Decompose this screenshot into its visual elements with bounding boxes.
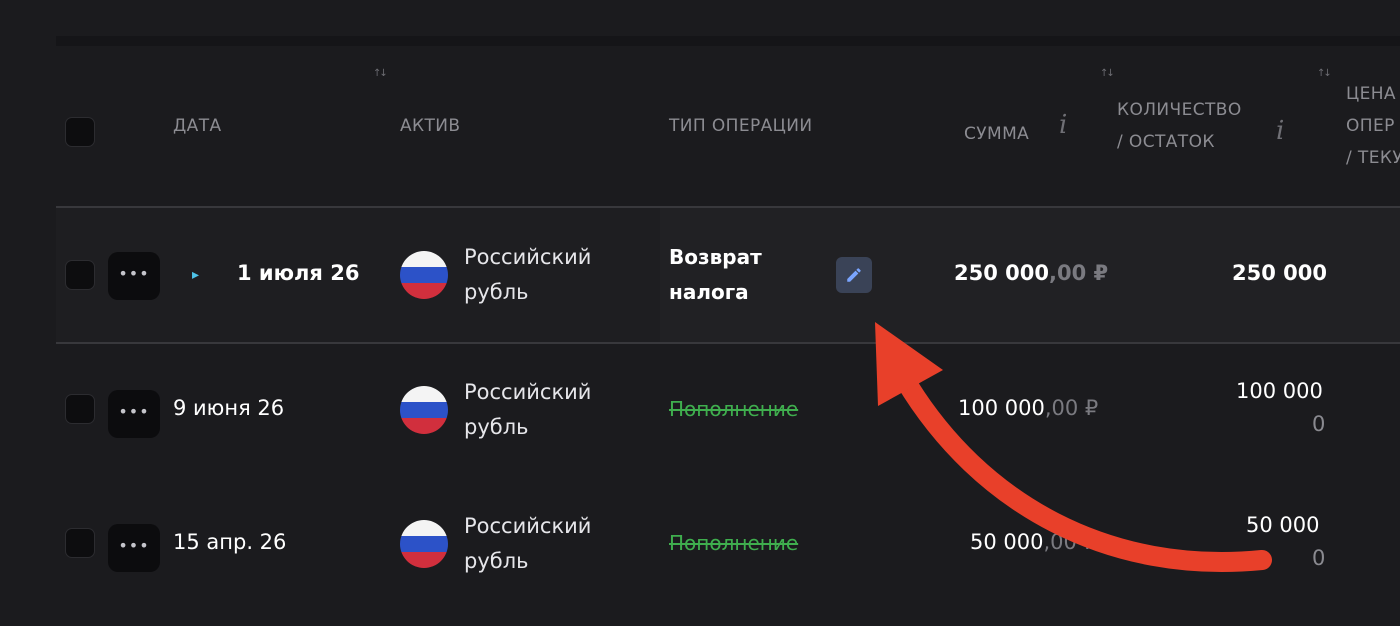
row-qty: 50 000 (1246, 513, 1320, 537)
column-header-price-line3[interactable]: / ТЕКУ (1346, 142, 1400, 174)
row-op-type: Пополнение (669, 397, 799, 421)
row-qty: 250 000 (1232, 261, 1327, 285)
table-row[interactable]: ••• 9 июня 26 Российский рубль Пополнени… (56, 344, 1400, 478)
select-all-checkbox[interactable] (65, 117, 95, 147)
row-asset: Российский рубль (464, 375, 634, 445)
row-date: 1 июля 26 (237, 261, 360, 285)
row-date: 9 июня 26 (173, 396, 285, 420)
asset-name-line2: рубль (464, 415, 529, 439)
op-type-line2: налога (669, 280, 749, 304)
sum-integer: 100 000 (958, 396, 1045, 420)
row-op-type: Возврат налога (669, 240, 789, 310)
row-sum: 50 000,00 ₽ (970, 530, 1097, 554)
asset-name-line2: рубль (464, 549, 529, 573)
row-checkbox[interactable] (65, 260, 95, 290)
column-header-price-line2[interactable]: ОПЕР (1346, 110, 1395, 142)
column-header-date[interactable]: ДАТА (173, 110, 222, 142)
operations-table: ДАТА ↑↓ АКТИВ ТИП ОПЕРАЦИИ СУММА i ↑↓ КО… (56, 46, 1400, 626)
russia-flag-icon (400, 520, 448, 568)
sort-icon[interactable]: ↑↓ (1100, 68, 1115, 79)
row-sum: 100 000,00 ₽ (958, 396, 1098, 420)
row-asset: Российский рубль (464, 509, 634, 579)
asset-name-line1: Российский (464, 514, 592, 538)
more-icon[interactable]: ••• (108, 524, 160, 572)
sort-icon[interactable]: ↑↓ (1317, 68, 1332, 79)
sum-integer: 250 000 (954, 261, 1049, 285)
row-date: 15 апр. 26 (173, 530, 287, 554)
row-remainder: 0 (1312, 412, 1326, 436)
row-remainder: 0 (1312, 546, 1326, 570)
sum-decimal: ,00 ₽ (1043, 530, 1097, 554)
column-header-qty-line2[interactable]: / ОСТАТОК (1117, 126, 1215, 158)
column-header-asset[interactable]: АКТИВ (400, 110, 460, 142)
asset-name-line1: Российский (464, 245, 592, 269)
asset-name-line2: рубль (464, 280, 529, 304)
table-row[interactable]: ••• 15 апр. 26 Российский рубль Пополнен… (56, 478, 1400, 626)
row-sum: 250 000,00 ₽ (954, 261, 1108, 285)
asset-name-line1: Российский (464, 380, 592, 404)
expand-caret-icon[interactable]: ▸ (192, 267, 199, 283)
op-type-line1: Возврат (669, 245, 762, 269)
more-icon[interactable]: ••• (108, 252, 160, 300)
info-icon[interactable]: i (1059, 110, 1067, 140)
column-header-qty-line1[interactable]: КОЛИЧЕСТВО (1117, 94, 1242, 126)
column-header-sum[interactable]: СУММА (964, 118, 1029, 150)
sort-icon[interactable]: ↑↓ (373, 68, 388, 79)
row-op-type: Пополнение (669, 531, 799, 555)
info-icon[interactable]: i (1276, 116, 1284, 146)
pencil-icon[interactable] (836, 257, 872, 293)
row-asset: Российский рубль (464, 240, 634, 310)
russia-flag-icon (400, 386, 448, 434)
column-header-price-line1[interactable]: ЦЕНА (1346, 78, 1396, 110)
row-checkbox[interactable] (65, 394, 95, 424)
table-row[interactable]: ••• ▸ 1 июля 26 Российский рубль Возврат… (56, 208, 1400, 342)
sum-decimal: ,00 ₽ (1044, 396, 1099, 420)
row-checkbox[interactable] (65, 528, 95, 558)
column-header-op-type[interactable]: ТИП ОПЕРАЦИИ (669, 110, 813, 142)
more-icon[interactable]: ••• (108, 390, 160, 438)
table-top-bar (56, 36, 1400, 46)
sum-decimal: ,00 ₽ (1048, 261, 1109, 285)
russia-flag-icon (400, 251, 448, 299)
table-header: ДАТА ↑↓ АКТИВ ТИП ОПЕРАЦИИ СУММА i ↑↓ КО… (56, 46, 1400, 206)
sum-integer: 50 000 (970, 530, 1044, 554)
row-qty: 100 000 (1236, 379, 1323, 403)
